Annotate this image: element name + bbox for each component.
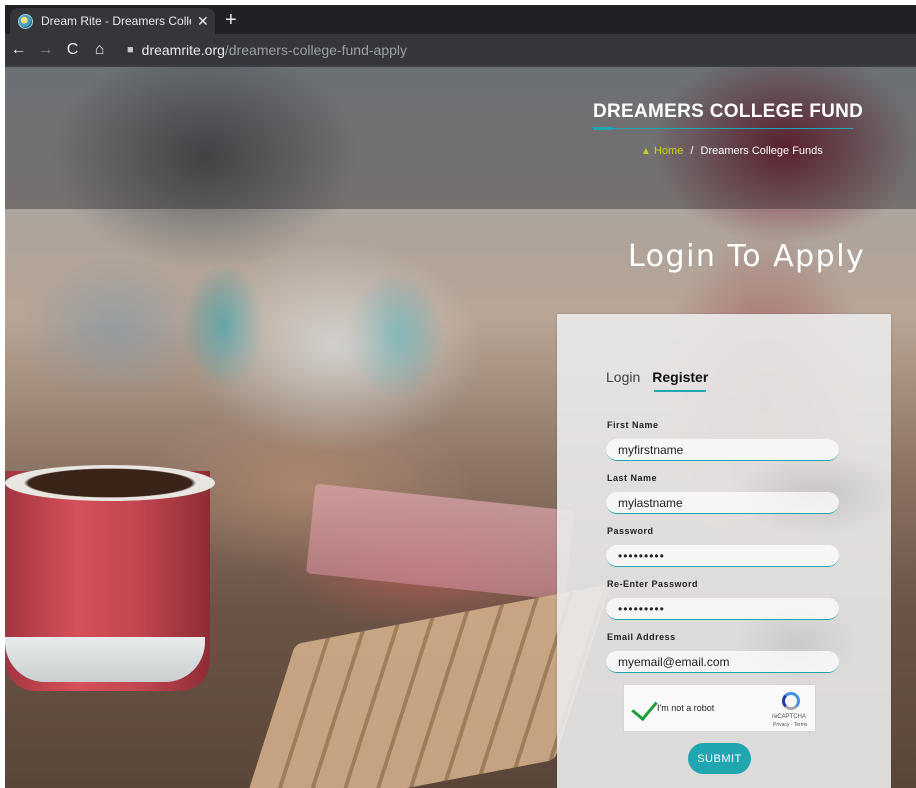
email-input[interactable]: myemail@email.com	[606, 651, 839, 673]
breadcrumb-separator: /	[690, 145, 694, 157]
breadcrumb-home-link[interactable]: Home	[654, 145, 683, 157]
title-underline-accent	[593, 127, 613, 130]
back-arrow-icon[interactable]: ←	[5, 41, 32, 59]
form-tabs: Login Register	[606, 369, 708, 385]
password-input[interactable]: •••••••••	[606, 545, 839, 567]
url-path: /dreamers-college-fund-apply	[224, 41, 408, 58]
first-name-input[interactable]: myfirstname	[606, 439, 839, 461]
page-background: DREAMERS COLLEGE FUND ▲ Home / Dreamers …	[5, 67, 916, 788]
breadcrumb: ▲ Home / Dreamers College Funds	[641, 145, 823, 157]
submit-button[interactable]: SUBMIT	[688, 743, 751, 774]
last-name-input[interactable]: mylastname	[606, 492, 839, 514]
recaptcha-brand: reCAPTCHA	[772, 714, 807, 720]
recaptcha-widget[interactable]: I'm not a robot reCAPTCHA Privacy - Term…	[623, 684, 816, 732]
new-tab-button[interactable]: +	[225, 8, 237, 32]
title-underline	[593, 128, 853, 129]
recaptcha-terms-link[interactable]: Privacy - Terms	[773, 722, 807, 728]
browser-tab[interactable]: Dream Rite - Dreamers College F ✕	[10, 8, 215, 34]
reenter-password-input[interactable]: •••••••••	[606, 598, 839, 620]
tab-title: Dream Rite - Dreamers College F	[41, 14, 191, 28]
background-mug-top	[5, 465, 215, 501]
lock-icon: ■	[127, 43, 134, 56]
breadcrumb-current: Dreamers College Funds	[700, 145, 823, 157]
checkmark-icon[interactable]	[631, 693, 658, 722]
tab-login[interactable]: Login	[606, 369, 640, 385]
hero-banner	[5, 67, 916, 209]
password-label: Password	[607, 526, 654, 536]
captcha-label: I'm not a robot	[657, 703, 715, 713]
recaptcha-logo-icon	[782, 692, 800, 710]
browser-toolbar: ← → C ⌂ ■ dreamrite.org/dreamers-college…	[5, 34, 916, 65]
register-form-card: Login Register First Name myfirstname La…	[557, 314, 891, 788]
home-icon: ▲	[641, 146, 651, 157]
address-bar[interactable]: dreamrite.org/dreamers-college-fund-appl…	[142, 42, 407, 58]
home-icon[interactable]: ⌂	[86, 41, 113, 59]
reenter-password-label: Re-Enter Password	[607, 579, 699, 589]
background-notebook	[306, 483, 574, 601]
reload-icon[interactable]: C	[59, 41, 86, 59]
active-tab-indicator	[654, 390, 706, 392]
email-label: Email Address	[607, 632, 676, 642]
browser-tab-bar: Dream Rite - Dreamers College F ✕ +	[5, 5, 916, 34]
background-keyboard	[239, 583, 611, 788]
page-title: DREAMERS COLLEGE FUND	[593, 101, 864, 122]
last-name-label: Last Name	[607, 473, 658, 483]
tab-register[interactable]: Register	[652, 369, 708, 385]
url-domain: dreamrite.org	[141, 41, 225, 58]
tab-close-icon[interactable]: ✕	[197, 13, 209, 30]
login-heading: Login To Apply	[628, 239, 866, 274]
forward-arrow-icon[interactable]: →	[32, 41, 59, 59]
first-name-label: First Name	[607, 420, 659, 430]
background-mug-base	[5, 637, 205, 682]
favicon-icon	[18, 13, 33, 29]
